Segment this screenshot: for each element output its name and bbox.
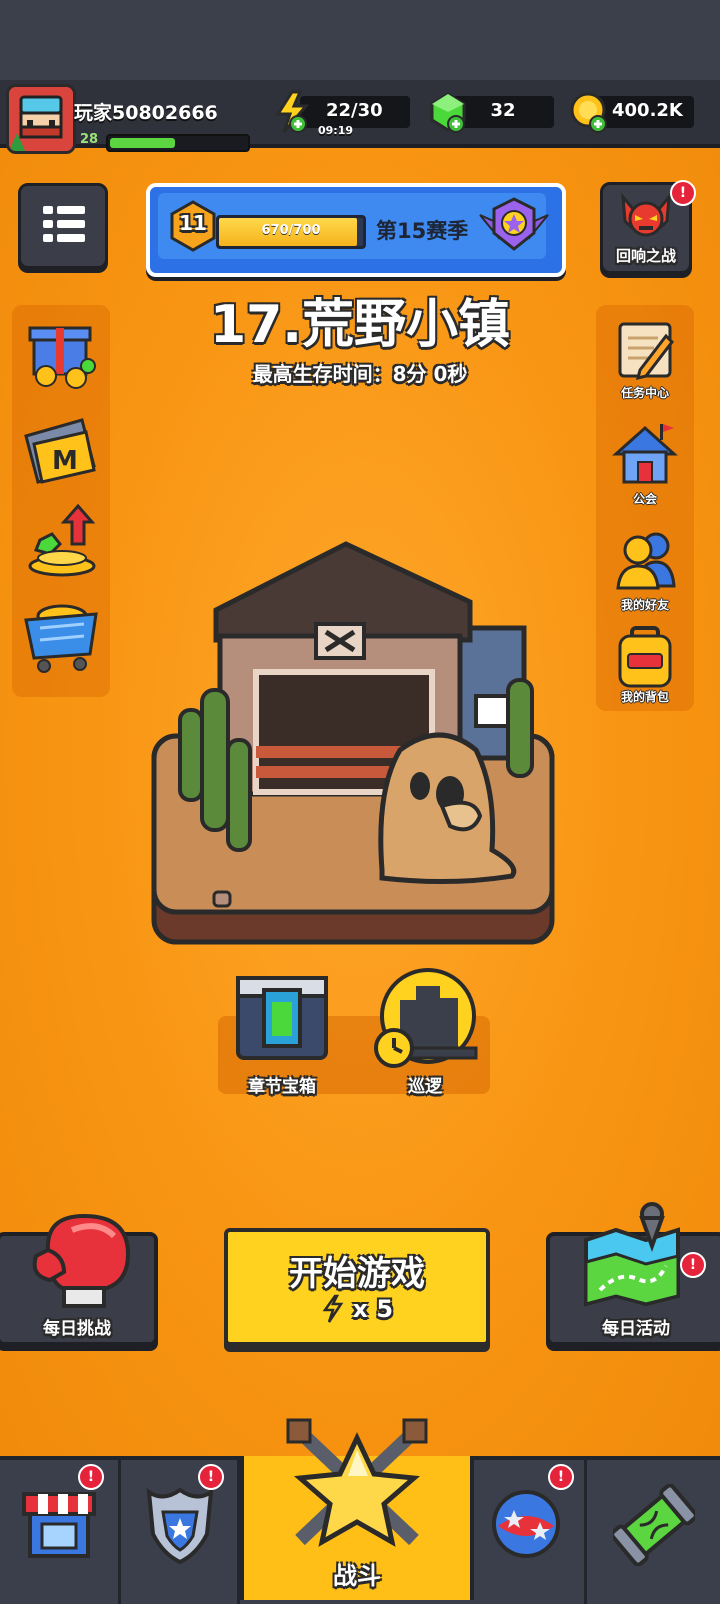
- desert-town-stage-illustration: [151, 541, 555, 945]
- season-pass-panel[interactable]: 11 670/700 第15赛季: [146, 183, 566, 277]
- patrol-label: 巡逻: [408, 1077, 442, 1097]
- player-xp-fill: [110, 138, 176, 148]
- backpack-label: 我的背包: [620, 690, 669, 704]
- season-badge-icon: [479, 197, 549, 251]
- season-level: 11: [179, 211, 207, 235]
- nav-talent-badge: !: [548, 1464, 574, 1490]
- growth-fund-icon[interactable]: [22, 500, 102, 580]
- start-game-cost-value: x 5: [352, 1295, 394, 1323]
- nav-shop-badge: !: [78, 1464, 104, 1490]
- player-level: 28: [80, 132, 99, 147]
- list-menu-icon: [43, 206, 85, 242]
- chapter-chest-button[interactable]: 章节宝箱: [232, 968, 332, 1097]
- shop-cart-icon[interactable]: [20, 592, 104, 676]
- battle-star-icon: [286, 1418, 428, 1547]
- main-menu-button[interactable]: [18, 183, 108, 269]
- quest-center-label: 任务中心: [620, 386, 669, 400]
- energy-cost-icon: [322, 1294, 344, 1323]
- energy-value: 22/30: [326, 100, 383, 121]
- patrol-icon: [374, 968, 478, 1068]
- friends-label: 我的好友: [620, 598, 669, 612]
- gold-coin-icon: [570, 92, 607, 133]
- treasure-map-icon: [584, 1202, 680, 1307]
- gift-icon[interactable]: [22, 318, 100, 390]
- red-demon-icon: [621, 192, 671, 237]
- season-label: 第15赛季: [376, 219, 469, 243]
- quest-center-button[interactable]: 任务中心: [600, 318, 690, 402]
- equipment-shield-icon: [146, 1487, 214, 1565]
- patrol-button[interactable]: 巡逻: [372, 968, 478, 1097]
- guild-label: 公会: [632, 492, 657, 506]
- season-progress-text: 670/700: [261, 223, 321, 238]
- green-gem-icon: [430, 92, 466, 133]
- player-xp-bar: [106, 134, 250, 152]
- friends-button[interactable]: 我的好友: [600, 526, 690, 612]
- coin-value: 400.2K: [612, 100, 683, 121]
- nav-battle[interactable]: 战斗: [240, 1418, 474, 1600]
- talent-orb-icon: [492, 1490, 560, 1558]
- shop-stall-icon: [22, 1492, 96, 1558]
- nav-gene[interactable]: [587, 1460, 720, 1604]
- friends-icon: [616, 532, 676, 590]
- chapter-chest-icon: [236, 976, 328, 1060]
- chapter-chest-label: 章节宝箱: [248, 1077, 316, 1097]
- lightning-icon: [275, 90, 310, 133]
- boxing-glove-icon: [32, 1213, 131, 1308]
- daily-challenge-label: 每日挑战: [43, 1319, 111, 1339]
- backpack-button[interactable]: 我的背包: [600, 626, 690, 710]
- nav-battle-label: 战斗: [333, 1562, 381, 1590]
- player-avatar[interactable]: [6, 84, 76, 154]
- nav-equipment-badge: !: [198, 1464, 224, 1490]
- echo-battle-badge: !: [670, 180, 696, 206]
- gene-capsule-icon: [613, 1484, 695, 1566]
- guild-house-icon: [612, 424, 678, 484]
- energy-counter[interactable]: 22/30: [300, 96, 410, 128]
- backpack-icon: [618, 626, 672, 688]
- daily-activity-label: 每日活动: [602, 1319, 670, 1339]
- energy-timer: 09:19: [318, 124, 354, 137]
- status-strip: [0, 0, 720, 80]
- start-game-label: 开始游戏: [289, 1254, 425, 1294]
- season-progress-bar: 670/700: [216, 215, 366, 249]
- daily-activity-button[interactable]: 每日活动: [546, 1202, 720, 1346]
- svg-text:M: M: [52, 446, 78, 476]
- player-name: 玩家50802666: [74, 102, 218, 124]
- start-game-cost: x 5: [228, 1294, 486, 1324]
- start-game-button[interactable]: 开始游戏 x 5: [224, 1228, 490, 1346]
- echo-battle-label: 回响之战: [615, 247, 676, 265]
- daily-activity-badge: !: [680, 1252, 706, 1278]
- daily-challenge-button[interactable]: 每日挑战: [0, 1213, 158, 1346]
- monthly-card-icon[interactable]: M: [22, 414, 102, 490]
- ninja-avatar-icon: [9, 87, 73, 151]
- guild-button[interactable]: 公会: [600, 420, 690, 506]
- quest-scroll-icon: [618, 322, 674, 381]
